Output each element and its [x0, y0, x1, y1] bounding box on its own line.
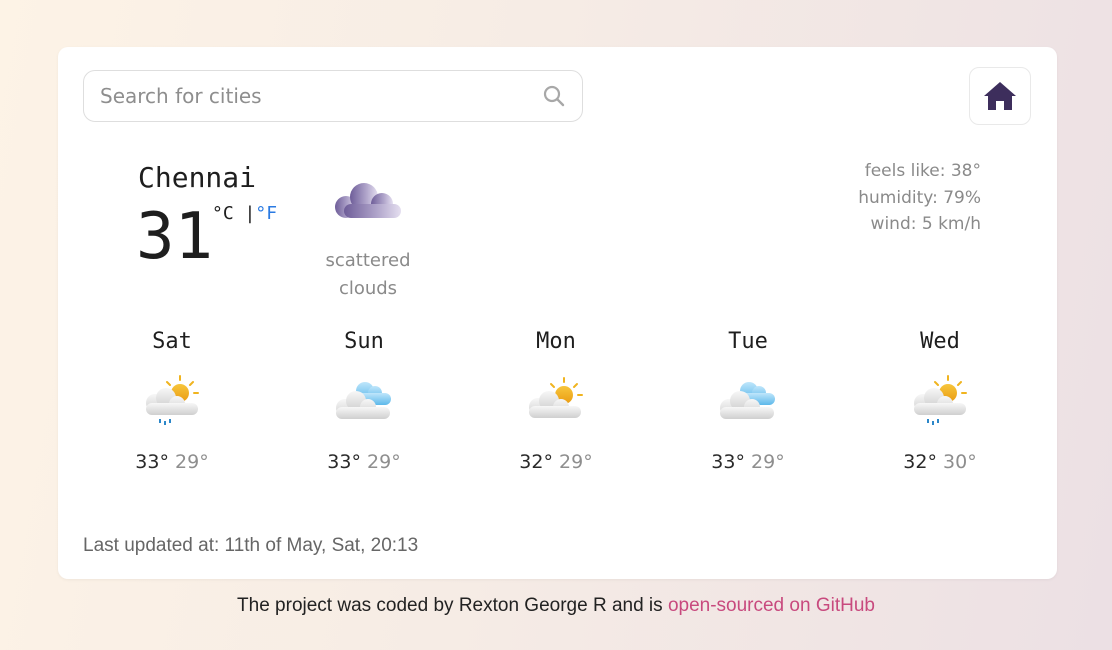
unit-toggle: °C |°F — [212, 203, 277, 224]
unit-celsius[interactable]: °C — [212, 203, 234, 224]
sun-cloud-rain-icon — [146, 375, 199, 425]
sun-cloud-icon — [529, 377, 583, 418]
search-input[interactable] — [100, 84, 542, 108]
github-link[interactable]: open-sourced on GitHub — [668, 595, 875, 616]
forecast-day: Sun 33° 29° — [327, 329, 401, 473]
search-icon[interactable] — [542, 84, 566, 108]
weather-stats: feels like: 38° humidity: 79% wind: 5 km… — [858, 158, 981, 238]
weather-condition: scattered clouds — [325, 250, 411, 299]
cloudy-icon — [336, 382, 391, 419]
cloud-icon — [335, 183, 401, 218]
city-name: Chennai — [138, 161, 257, 194]
footer: The project was coded by Rexton George R… — [0, 595, 1112, 617]
sun-cloud-rain-icon — [914, 375, 967, 425]
unit-fahrenheit[interactable]: °F — [255, 203, 277, 224]
weather-card: Chennai 31 °C |°F scattered clouds feels… — [58, 47, 1057, 579]
current-temperature: 31 — [136, 200, 214, 274]
forecast-day: Mon 32° 29° — [519, 329, 593, 473]
search-box[interactable] — [83, 70, 583, 122]
forecast-day: Tue 33° 29° — [711, 329, 785, 473]
cloudy-icon — [720, 382, 775, 419]
wind: wind: 5 km/h — [870, 214, 981, 234]
unit-separator: | — [233, 203, 256, 224]
feels-like: feels like: 38° — [864, 161, 981, 181]
forecast-day: Sat 33° 29° — [135, 329, 209, 473]
forecast: Sat 33° 29° Sun 33° 29° Mon 32° 29° Tue … — [76, 329, 1036, 499]
last-updated: Last updated at: 11th of May, Sat, 20:13 — [83, 535, 419, 556]
humidity: humidity: 79% — [858, 187, 981, 208]
forecast-day: Wed 32° 30° — [903, 329, 977, 473]
home-button[interactable] — [969, 67, 1031, 125]
home-icon — [984, 82, 1016, 110]
footer-text: The project was coded by Rexton George R… — [237, 595, 668, 616]
